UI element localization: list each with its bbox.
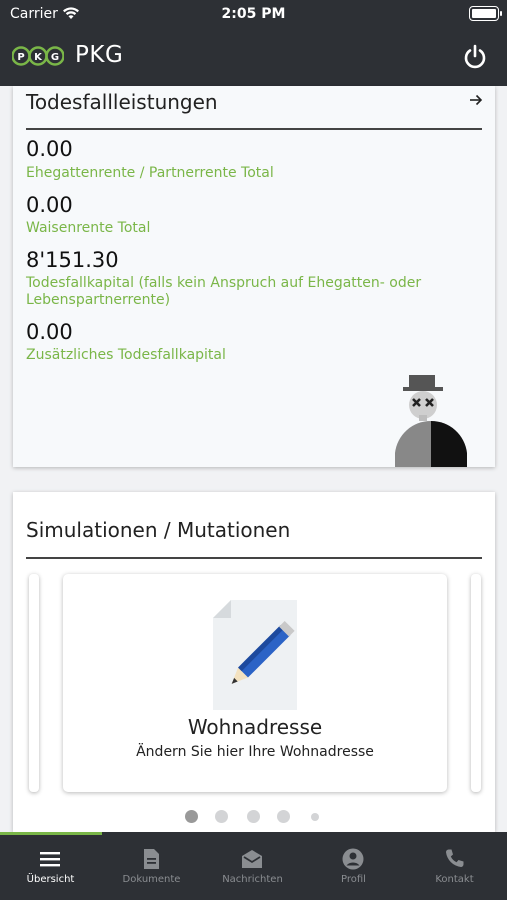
simulations-title: Simulationen / Mutationen — [26, 518, 291, 542]
next-slide-peek[interactable] — [471, 574, 481, 792]
death-capital-label: Todesfallkapital (falls kein Anspruch au… — [26, 275, 422, 308]
divider — [26, 557, 482, 559]
spouse-pension-value: 0.00 — [26, 137, 73, 161]
profile-icon — [342, 848, 364, 870]
carousel-pagination — [13, 808, 495, 824]
pagination-dot[interactable] — [247, 810, 260, 823]
document-icon — [144, 849, 159, 869]
document-pencil-icon — [213, 600, 297, 710]
pagination-dot[interactable] — [277, 810, 290, 823]
orphan-pension-label: Waisenrente Total — [26, 220, 151, 236]
death-benefits-title: Todesfallleistungen — [26, 90, 218, 114]
pagination-dot[interactable] — [311, 813, 319, 821]
slide-subtitle: Ändern Sie hier Ihre Wohnadresse — [136, 744, 374, 760]
simulations-card: Simulationen / Mutationen Wohnadresse Än… — [13, 492, 495, 832]
svg-text:G: G — [51, 52, 59, 63]
pagination-dot[interactable] — [185, 810, 198, 823]
mail-icon — [242, 850, 262, 868]
tab-label: Kontakt — [435, 874, 474, 885]
tab-label: Nachrichten — [222, 874, 283, 885]
tab-dokumente[interactable]: Dokumente — [101, 832, 202, 900]
previous-slide-peek[interactable] — [29, 574, 39, 792]
divider — [26, 128, 482, 130]
svg-text:P: P — [17, 52, 24, 63]
additional-death-capital-label: Zusätzliches Todesfallkapital — [26, 347, 226, 363]
battery-icon — [469, 6, 499, 21]
simulation-slide-wohnadresse[interactable]: Wohnadresse Ändern Sie hier Ihre Wohnadr… — [63, 574, 447, 792]
pkg-logo: P K G — [12, 46, 64, 66]
tab-label: Dokumente — [122, 874, 181, 885]
status-time: 2:05 PM — [221, 6, 286, 22]
power-icon[interactable] — [461, 43, 489, 71]
arrow-right-icon[interactable] — [469, 93, 483, 107]
bottom-tab-bar: Übersicht Dokumente Nachrichten Profil K… — [0, 832, 507, 900]
death-benefits-card[interactable]: Todesfallleistungen 0.00 Ehegattenrente … — [13, 86, 495, 467]
orphan-pension-value: 0.00 — [26, 193, 73, 217]
deceased-mascot-illustration — [395, 375, 467, 467]
spouse-pension-label: Ehegattenrente / Partnerrente Total — [26, 165, 274, 181]
pagination-dot[interactable] — [215, 810, 228, 823]
tab-uebersicht[interactable]: Übersicht — [0, 832, 101, 900]
app-header: P K G PKG — [0, 30, 507, 86]
tab-nachrichten[interactable]: Nachrichten — [202, 832, 303, 900]
tab-profil[interactable]: Profil — [303, 832, 404, 900]
tab-label: Übersicht — [26, 874, 75, 885]
app-title: PKG — [75, 42, 124, 68]
status-bar: Carrier 2:05 PM — [0, 0, 507, 30]
menu-icon — [40, 852, 60, 867]
tab-kontakt[interactable]: Kontakt — [404, 832, 505, 900]
phone-icon — [446, 849, 464, 867]
slide-title: Wohnadresse — [187, 715, 323, 739]
death-capital-value: 8'151.30 — [26, 248, 119, 272]
svg-text:K: K — [34, 52, 43, 63]
additional-death-capital-value: 0.00 — [26, 320, 73, 344]
tab-label: Profil — [341, 874, 366, 885]
